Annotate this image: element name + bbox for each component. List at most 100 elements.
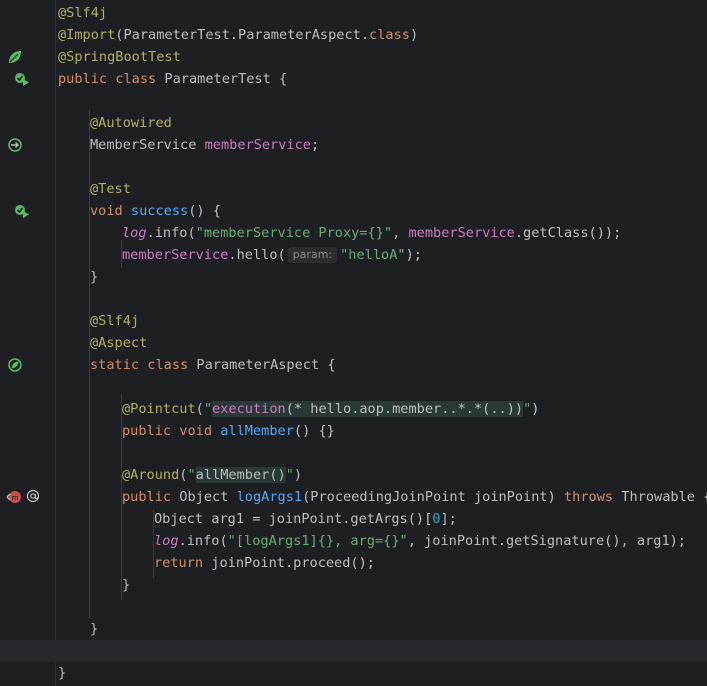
method-name: allMember	[220, 423, 294, 439]
annotation: @Test	[90, 181, 131, 197]
run-test-icon[interactable]	[13, 71, 29, 87]
code-line-31[interactable]: }	[58, 662, 66, 684]
string-quote: "	[285, 467, 294, 483]
code-line-1[interactable]: @Slf4j	[58, 2, 107, 24]
pointcut-reference: allMember()	[195, 467, 286, 483]
code-text: .info(	[146, 225, 196, 241]
spring-leaf-icon[interactable]	[7, 49, 23, 65]
keyword: static class	[90, 357, 197, 373]
keyword: class	[369, 27, 410, 43]
annotation: @Slf4j	[58, 5, 108, 21]
code-line-23[interactable]: public Object logArgs1(ProceedingJoinPoi…	[122, 486, 707, 508]
code-text: ;	[310, 137, 320, 153]
field-name: memberService	[122, 247, 229, 263]
annotation: @SpringBootTest	[58, 49, 181, 65]
keyword: public	[122, 489, 180, 505]
code-text: ];	[440, 511, 457, 527]
code-line-3[interactable]: @SpringBootTest	[58, 46, 181, 68]
code-line-12[interactable]: memberService.hello(param: "helloA");	[122, 244, 422, 266]
annotation: @Autowired	[90, 115, 172, 131]
method-name: logArgs1	[236, 489, 303, 505]
string-quote: "	[203, 401, 213, 417]
pointcut-expression: execution(* hello.aop.member..*.*(..))	[212, 401, 524, 417]
code-text: )	[293, 467, 303, 483]
string-literal: "helloA"	[340, 247, 406, 263]
code-line-25[interactable]: log.info("[logArgs1]{}, arg={}", joinPoi…	[154, 530, 686, 552]
string-literal: "[logArgs1]{}, arg={}"	[227, 533, 408, 549]
code-line-11[interactable]: log.info("memberService Proxy={}", membe…	[122, 222, 621, 244]
spring-bean-icon[interactable]	[7, 357, 23, 373]
keyword: return	[154, 555, 212, 571]
keyword: public class	[58, 71, 165, 87]
gutter-divider	[55, 0, 56, 686]
code-text: }	[122, 577, 131, 593]
code-text: () {}	[293, 423, 335, 439]
code-line-16[interactable]: @Aspect	[90, 332, 147, 354]
code-editor[interactable]: m @Slf4j @Import(ParameterTest.Parameter…	[0, 0, 707, 686]
code-line-22[interactable]: @Around("allMember()")	[122, 464, 302, 486]
code-text: );	[405, 247, 422, 263]
annotation: @Import	[58, 27, 116, 43]
code-line-26[interactable]: return joinPoint.proceed();	[154, 552, 375, 574]
code-text: ParameterTest {	[164, 71, 288, 87]
code-text: }	[90, 269, 99, 285]
code-text: ,	[392, 225, 409, 241]
parameter-hint: param:	[287, 247, 338, 263]
field-name: memberService	[408, 225, 515, 241]
code-line-20[interactable]: public void allMember() {}	[122, 420, 335, 442]
code-line-6[interactable]: @Autowired	[90, 112, 172, 134]
code-text: () {	[188, 203, 221, 219]
code-text: (ParameterTest.ParameterAspect.	[115, 27, 370, 43]
code-line-19[interactable]: @Pointcut("execution(* hello.aop.member.…	[122, 398, 539, 420]
code-line-15[interactable]: @Slf4j	[90, 310, 139, 332]
code-line-17[interactable]: static class ParameterAspect {	[90, 354, 336, 376]
field-name: memberService	[204, 137, 311, 153]
code-text: , joinPoint.getSignature(), arg1);	[407, 533, 686, 549]
method-name: success	[130, 203, 189, 219]
bean-navigation-icon[interactable]	[7, 137, 23, 153]
pointcut-pattern: (* hello.aop.member..*.*(..))	[285, 401, 524, 417]
code-line-7[interactable]: MemberService memberService;	[90, 134, 319, 156]
annotation: @Pointcut	[122, 401, 196, 417]
code-text: ParameterAspect {	[196, 357, 336, 373]
code-text: }	[90, 621, 99, 637]
keyword: public void	[122, 423, 221, 439]
code-line-4[interactable]: public class ParameterTest {	[58, 68, 287, 90]
code-text: )	[409, 27, 419, 43]
code-text: (	[195, 401, 204, 417]
code-text: Throwable {	[621, 489, 707, 505]
annotation: @Around	[122, 467, 180, 483]
code-text: Object	[179, 489, 237, 505]
at-annotation-icon[interactable]	[26, 488, 40, 504]
log-field: log	[122, 225, 147, 241]
code-line-10[interactable]: void success() {	[90, 200, 221, 222]
code-line-13[interactable]: }	[90, 266, 98, 288]
keyword: throws	[563, 489, 622, 505]
code-text: .getClass());	[514, 225, 622, 241]
run-test-icon[interactable]	[13, 203, 29, 219]
code-text: .hello(	[228, 247, 286, 263]
annotation: @Slf4j	[90, 313, 140, 329]
current-line-highlight	[0, 640, 707, 662]
log-field: log	[154, 533, 179, 549]
annotation: @Aspect	[90, 335, 148, 351]
code-text: .info(	[178, 533, 228, 549]
code-line-27[interactable]: }	[122, 574, 130, 596]
code-text: }	[58, 665, 67, 681]
svg-text:m: m	[12, 494, 19, 502]
code-text: Object arg1 = joinPoint.getArgs()[	[154, 511, 433, 527]
string-quote: "	[187, 467, 196, 483]
code-text: MemberService	[90, 137, 205, 153]
keyword: void	[90, 203, 131, 219]
code-line-2[interactable]: @Import(ParameterTest.ParameterAspect.cl…	[58, 24, 418, 46]
aop-advice-icon[interactable]: m	[6, 489, 22, 505]
code-text: (ProceedingJoinPoint joinPoint)	[302, 489, 564, 505]
code-line-24[interactable]: Object arg1 = joinPoint.getArgs()[0];	[154, 508, 457, 530]
string-literal: "memberService Proxy={}"	[195, 225, 393, 241]
code-text: joinPoint.proceed();	[211, 555, 375, 571]
code-text: )	[531, 401, 540, 417]
code-line-29[interactable]: }	[90, 618, 98, 640]
pointcut-keyword: execution	[212, 401, 286, 417]
code-line-9[interactable]: @Test	[90, 178, 131, 200]
editor-gutter[interactable]	[0, 0, 55, 686]
